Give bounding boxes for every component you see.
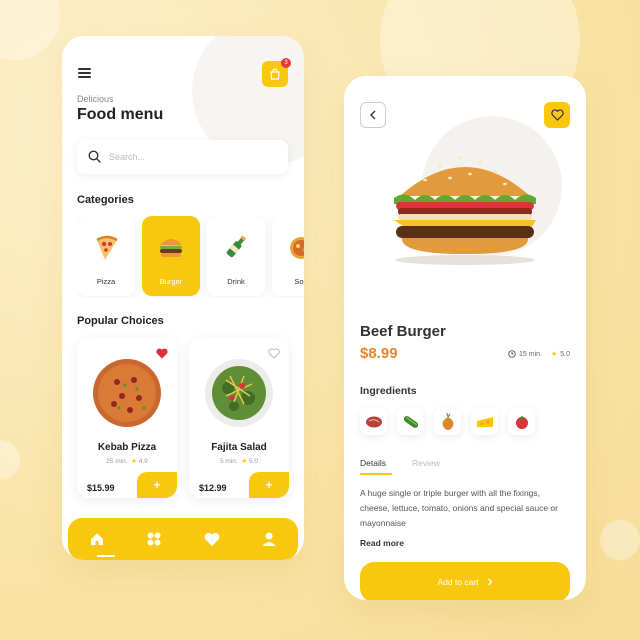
heart-icon: [204, 532, 220, 546]
bottom-navigation: [68, 518, 298, 560]
add-to-cart-button[interactable]: Add to cart: [360, 562, 570, 600]
background-bubble: [0, 0, 60, 60]
cart-count-badge: 3: [281, 58, 291, 68]
category-label: Burger: [159, 277, 183, 286]
ingredient-tomato: [508, 408, 535, 435]
nav-categories[interactable]: [142, 527, 166, 551]
prep-time: 15 min.: [519, 350, 542, 358]
page-title: Food menu: [77, 106, 164, 123]
grid-icon: [147, 532, 161, 546]
user-icon: [262, 532, 276, 546]
popular-choices-heading: Popular Choices: [77, 315, 164, 327]
burger-icon: [160, 239, 182, 257]
category-label: Drink: [227, 277, 245, 286]
salad-image: [205, 359, 273, 427]
background-bubble: [0, 440, 20, 480]
dish-title: Beef Burger: [360, 323, 446, 340]
clock-icon: [508, 350, 516, 358]
rating-value: 5.0: [248, 458, 258, 465]
add-to-cart-button[interactable]: +: [249, 472, 289, 498]
tab-review[interactable]: Review: [412, 458, 440, 468]
onion-icon: [442, 412, 453, 430]
categories-list: Pizza Burger Drink Sou: [77, 216, 304, 298]
cheese-icon: [476, 416, 493, 427]
ingredient-onion: [434, 408, 461, 435]
food-detail-screen: Beef Burger $8.99 15 min. ★ 5.0 Ingredie…: [344, 76, 586, 600]
star-icon: ★: [550, 351, 558, 358]
search-placeholder: Search...: [109, 152, 146, 162]
food-card-price: $12.99: [199, 483, 227, 493]
dish-description: A huge single or triple burger with all …: [360, 488, 558, 528]
star-icon: ★: [241, 458, 248, 465]
rating-value: 4.9: [138, 458, 148, 465]
category-pizza[interactable]: Pizza: [77, 216, 135, 296]
category-burger[interactable]: Burger: [142, 216, 200, 296]
add-to-cart-label: Add to cart: [437, 577, 479, 587]
dish-meta: 15 min. ★ 5.0: [508, 350, 570, 358]
prep-time: 5 min.: [219, 458, 238, 465]
pizza-image: [93, 359, 161, 427]
page-subtitle: Delicious: [77, 94, 114, 104]
prep-time: 25 min.: [106, 458, 128, 465]
ingredient-cheese: [471, 408, 498, 435]
rating-value: 5.0: [560, 350, 570, 358]
cart-button[interactable]: 3: [262, 58, 291, 87]
food-card-name: Fajita Salad: [211, 442, 267, 453]
ingredients-list: [360, 408, 535, 435]
food-card-name: Kebab Pizza: [97, 442, 157, 453]
nav-home[interactable]: [85, 527, 109, 551]
pizza-slice-icon: [96, 235, 118, 260]
food-menu-screen: 3 Delicious Food menu Search... Categori…: [62, 36, 304, 560]
hamburger-menu-icon[interactable]: [78, 68, 91, 78]
read-more-link[interactable]: Read more: [360, 538, 404, 548]
add-to-cart-button[interactable]: +: [137, 472, 177, 498]
ingredients-heading: Ingredients: [360, 385, 417, 397]
categories-heading: Categories: [77, 194, 134, 206]
cucumber-icon: [403, 415, 418, 428]
nav-active-indicator: [97, 555, 115, 557]
food-card-meta: 25 min. ★ 4.9: [77, 457, 177, 465]
favorite-button[interactable]: [544, 102, 570, 128]
bottle-icon: [226, 235, 247, 258]
food-card-kebab-pizza[interactable]: Kebab Pizza 25 min. ★ 4.9 $15.99 +: [77, 338, 177, 498]
shopping-bag-icon: [270, 68, 280, 80]
star-icon: ★: [131, 458, 137, 465]
home-icon: [90, 533, 103, 545]
ingredient-cucumber: [397, 408, 424, 435]
category-label: Pizza: [96, 277, 116, 286]
search-input[interactable]: Search...: [77, 140, 288, 174]
category-soup[interactable]: Sou: [272, 216, 304, 296]
chevron-right-icon: [487, 578, 492, 586]
nav-profile[interactable]: [257, 527, 281, 551]
back-button[interactable]: [360, 102, 386, 128]
search-icon: [88, 150, 101, 163]
background-bubble: [600, 520, 640, 560]
category-drink[interactable]: Drink: [207, 216, 265, 296]
heart-outline-icon: [550, 109, 564, 121]
food-card-fajita-salad[interactable]: Fajita Salad 5 min. ★ 5.0 $12.99 +: [189, 338, 289, 498]
category-label: Sou: [294, 277, 304, 286]
chevron-left-icon: [370, 110, 376, 120]
tomato-icon: [515, 415, 528, 429]
active-tab-indicator: [360, 473, 392, 475]
beef-burger-image: [394, 156, 536, 265]
tab-details[interactable]: Details: [360, 458, 386, 468]
food-card-price: $15.99: [87, 483, 115, 493]
meat-icon: [365, 416, 382, 427]
ingredient-meat: [360, 408, 387, 435]
dish-price: $8.99: [360, 345, 398, 362]
food-card-meta: 5 min. ★ 5.0: [189, 457, 289, 465]
nav-favorites[interactable]: [200, 527, 224, 551]
soup-icon: [290, 237, 304, 259]
